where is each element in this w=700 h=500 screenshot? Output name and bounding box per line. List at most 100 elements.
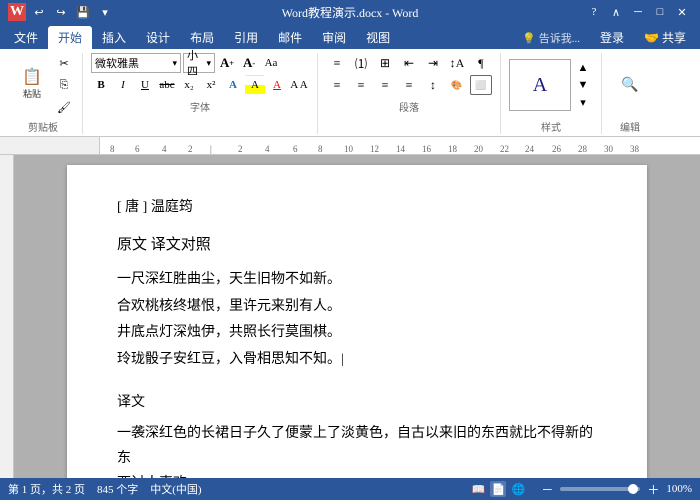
- styles-preview[interactable]: A: [509, 59, 571, 111]
- view-web-button[interactable]: 🌐: [510, 481, 526, 497]
- show-marks-button[interactable]: ¶: [470, 53, 492, 73]
- decrease-font-button[interactable]: A-: [239, 53, 259, 73]
- translation-text-1: 一袭深红色的长裙日子久了便蒙上了淡黄色，自古以来旧的东西就比不得新的东: [117, 421, 597, 471]
- align-left-button[interactable]: ≡: [326, 75, 348, 95]
- restore-button[interactable]: □: [650, 4, 670, 20]
- undo-button[interactable]: ↩: [30, 3, 48, 21]
- tab-file[interactable]: 文件: [4, 26, 48, 49]
- window-title: Word教程演示.docx - Word: [282, 4, 419, 21]
- highlight-button[interactable]: A: [245, 75, 265, 95]
- font-size-aa[interactable]: A A: [289, 75, 309, 95]
- tab-mailings[interactable]: 邮件: [268, 26, 312, 49]
- styles-down-button[interactable]: ▼: [573, 76, 593, 93]
- text-effect-button[interactable]: A: [223, 75, 243, 95]
- title-bar-right: ? ∧ ─ □ ✕: [584, 4, 692, 20]
- format-painter-button[interactable]: 🖌: [54, 97, 74, 117]
- title-bar: W ↩ ↪ 💾 ▾ Word教程演示.docx - Word ? ∧ ─ □ ✕: [0, 0, 700, 24]
- ribbon-toggle-button[interactable]: ∧: [606, 4, 626, 20]
- increase-indent-button[interactable]: ⇥: [422, 53, 444, 73]
- underline-button[interactable]: U: [135, 75, 155, 95]
- para-row2: ≡ ≡ ≡ ≡ ↕ 🎨 ⬜: [326, 75, 492, 95]
- horizontal-ruler: 8 6 4 2 | 2 4 6 8 10 12 14 16 18 20 22 2…: [0, 137, 700, 155]
- document-page[interactable]: [ 唐 ] 温庭筠 原文 译文对照 一尺深红胜曲尘，天生旧物不如新。 合欢桃核终…: [67, 165, 647, 478]
- ribbon: 📋 粘贴 ✂ ⎘ 🖌 剪贴板 微软雅黑 ▾ 小四 ▾: [0, 49, 700, 137]
- page-count-label: 第 1 页，共 2 页: [8, 481, 85, 497]
- share-button[interactable]: 🤝 共享: [634, 26, 696, 49]
- para-row1: ≡ ⑴ ⊞ ⇤ ⇥ ↕A ¶: [326, 53, 492, 73]
- tab-layout[interactable]: 布局: [180, 26, 224, 49]
- find-button[interactable]: 🔍: [610, 73, 650, 97]
- font-format-row: B I U abc x₂ x² A A A A A: [91, 75, 309, 95]
- lightbulb-icon: 💡: [522, 32, 536, 45]
- border-button[interactable]: ⬜: [470, 75, 492, 95]
- increase-font-button[interactable]: A+: [217, 53, 237, 73]
- styles-row: A ▲ ▼ ▾: [509, 53, 593, 117]
- ruler-marks: 8 6 4 2 | 2 4 6 8 10 12 14 16 18 20 22 2…: [100, 137, 700, 154]
- clipboard-label: 剪贴板: [28, 119, 58, 134]
- cut-button[interactable]: ✂: [54, 53, 74, 73]
- poem-line-1: 一尺深红胜曲尘，天生旧物不如新。: [117, 267, 597, 294]
- paste-button[interactable]: 📋 粘贴: [12, 66, 52, 104]
- word-count-label: 845 个字: [97, 481, 138, 497]
- justify-button[interactable]: ≡: [398, 75, 420, 95]
- document-area[interactable]: [ 唐 ] 温庭筠 原文 译文对照 一尺深红胜曲尘，天生旧物不如新。 合欢桃核终…: [14, 155, 700, 478]
- subscript-button[interactable]: x₂: [179, 75, 199, 95]
- save-button[interactable]: 💾: [74, 3, 92, 21]
- tell-me-button[interactable]: 💡 告诉我...: [512, 27, 590, 49]
- ribbon-content: 📋 粘贴 ✂ ⎘ 🖌 剪贴板 微软雅黑 ▾ 小四 ▾: [0, 53, 700, 134]
- multilevel-list-button[interactable]: ⊞: [374, 53, 396, 73]
- tab-references[interactable]: 引用: [224, 26, 268, 49]
- word-icon: W: [8, 3, 26, 21]
- styles-more-button[interactable]: ▾: [573, 94, 593, 111]
- zoom-thumb[interactable]: [628, 484, 638, 494]
- title-bar-left: W ↩ ↪ 💾 ▾: [8, 3, 114, 21]
- decrease-indent-button[interactable]: ⇤: [398, 53, 420, 73]
- zoom-in-button[interactable]: ＋: [646, 482, 660, 496]
- clear-format-button[interactable]: Aa: [261, 53, 281, 73]
- styles-label: 样式: [541, 119, 561, 134]
- strikethrough-button[interactable]: abc: [157, 75, 177, 95]
- shading-button[interactable]: 🎨: [446, 75, 468, 95]
- font-color-button[interactable]: A: [267, 75, 287, 95]
- author-line: [ 唐 ] 温庭筠: [117, 195, 597, 220]
- font-size-input[interactable]: 小四 ▾: [183, 53, 215, 73]
- editing-label: 编辑: [620, 119, 640, 134]
- zoom-slider[interactable]: [560, 487, 640, 491]
- view-read-button[interactable]: 📖: [470, 481, 486, 497]
- paragraph-group: ≡ ⑴ ⊞ ⇤ ⇥ ↕A ¶ ≡ ≡ ≡ ≡ ↕ 🎨 ⬜ 段落: [318, 53, 501, 134]
- view-print-button[interactable]: 📄: [490, 481, 506, 497]
- font-name-row: 微软雅黑 ▾ 小四 ▾ A+ A- Aa: [91, 53, 281, 73]
- bold-button[interactable]: B: [91, 75, 111, 95]
- main-area: [ 唐 ] 温庭筠 原文 译文对照 一尺深红胜曲尘，天生旧物不如新。 合欢桃核终…: [0, 155, 700, 478]
- dropdown-quick[interactable]: ▾: [96, 3, 114, 21]
- tab-home[interactable]: 开始: [48, 26, 92, 49]
- font-name-input[interactable]: 微软雅黑 ▾: [91, 53, 181, 73]
- align-right-button[interactable]: ≡: [374, 75, 396, 95]
- styles-up-button[interactable]: ▲: [573, 59, 593, 76]
- question-button[interactable]: ?: [584, 4, 604, 20]
- minimize-button[interactable]: ─: [628, 4, 648, 20]
- close-button[interactable]: ✕: [672, 4, 692, 20]
- language-label: 中文(中国): [150, 481, 201, 497]
- sort-button[interactable]: ↕A: [446, 53, 468, 73]
- numbered-list-button[interactable]: ⑴: [350, 53, 372, 73]
- align-center-button[interactable]: ≡: [350, 75, 372, 95]
- tab-view[interactable]: 视图: [356, 26, 400, 49]
- editing-row: 🔍: [610, 53, 650, 117]
- bullet-list-button[interactable]: ≡: [326, 53, 348, 73]
- superscript-button[interactable]: x²: [201, 75, 221, 95]
- poem-content: 一尺深红胜曲尘，天生旧物不如新。 合欢桃核终堪恨，里许元来别有人。 井底点灯深烛…: [117, 267, 597, 373]
- tab-insert[interactable]: 插入: [92, 26, 136, 49]
- tab-design[interactable]: 设计: [136, 26, 180, 49]
- font-label: 字体: [190, 99, 210, 114]
- signin-button[interactable]: 登录: [590, 26, 634, 49]
- copy-button[interactable]: ⎘: [54, 75, 74, 95]
- tab-row: 文件 开始 插入 设计 布局 引用 邮件 审阅 视图 💡 告诉我... 登录 🤝…: [0, 24, 700, 49]
- line-spacing-button[interactable]: ↕: [422, 75, 444, 95]
- tab-review[interactable]: 审阅: [312, 26, 356, 49]
- italic-button[interactable]: I: [113, 75, 133, 95]
- editing-group: 🔍 编辑: [602, 53, 658, 134]
- redo-button[interactable]: ↪: [52, 3, 70, 21]
- translation-title: 译文: [117, 390, 597, 415]
- zoom-out-button[interactable]: －: [540, 482, 554, 496]
